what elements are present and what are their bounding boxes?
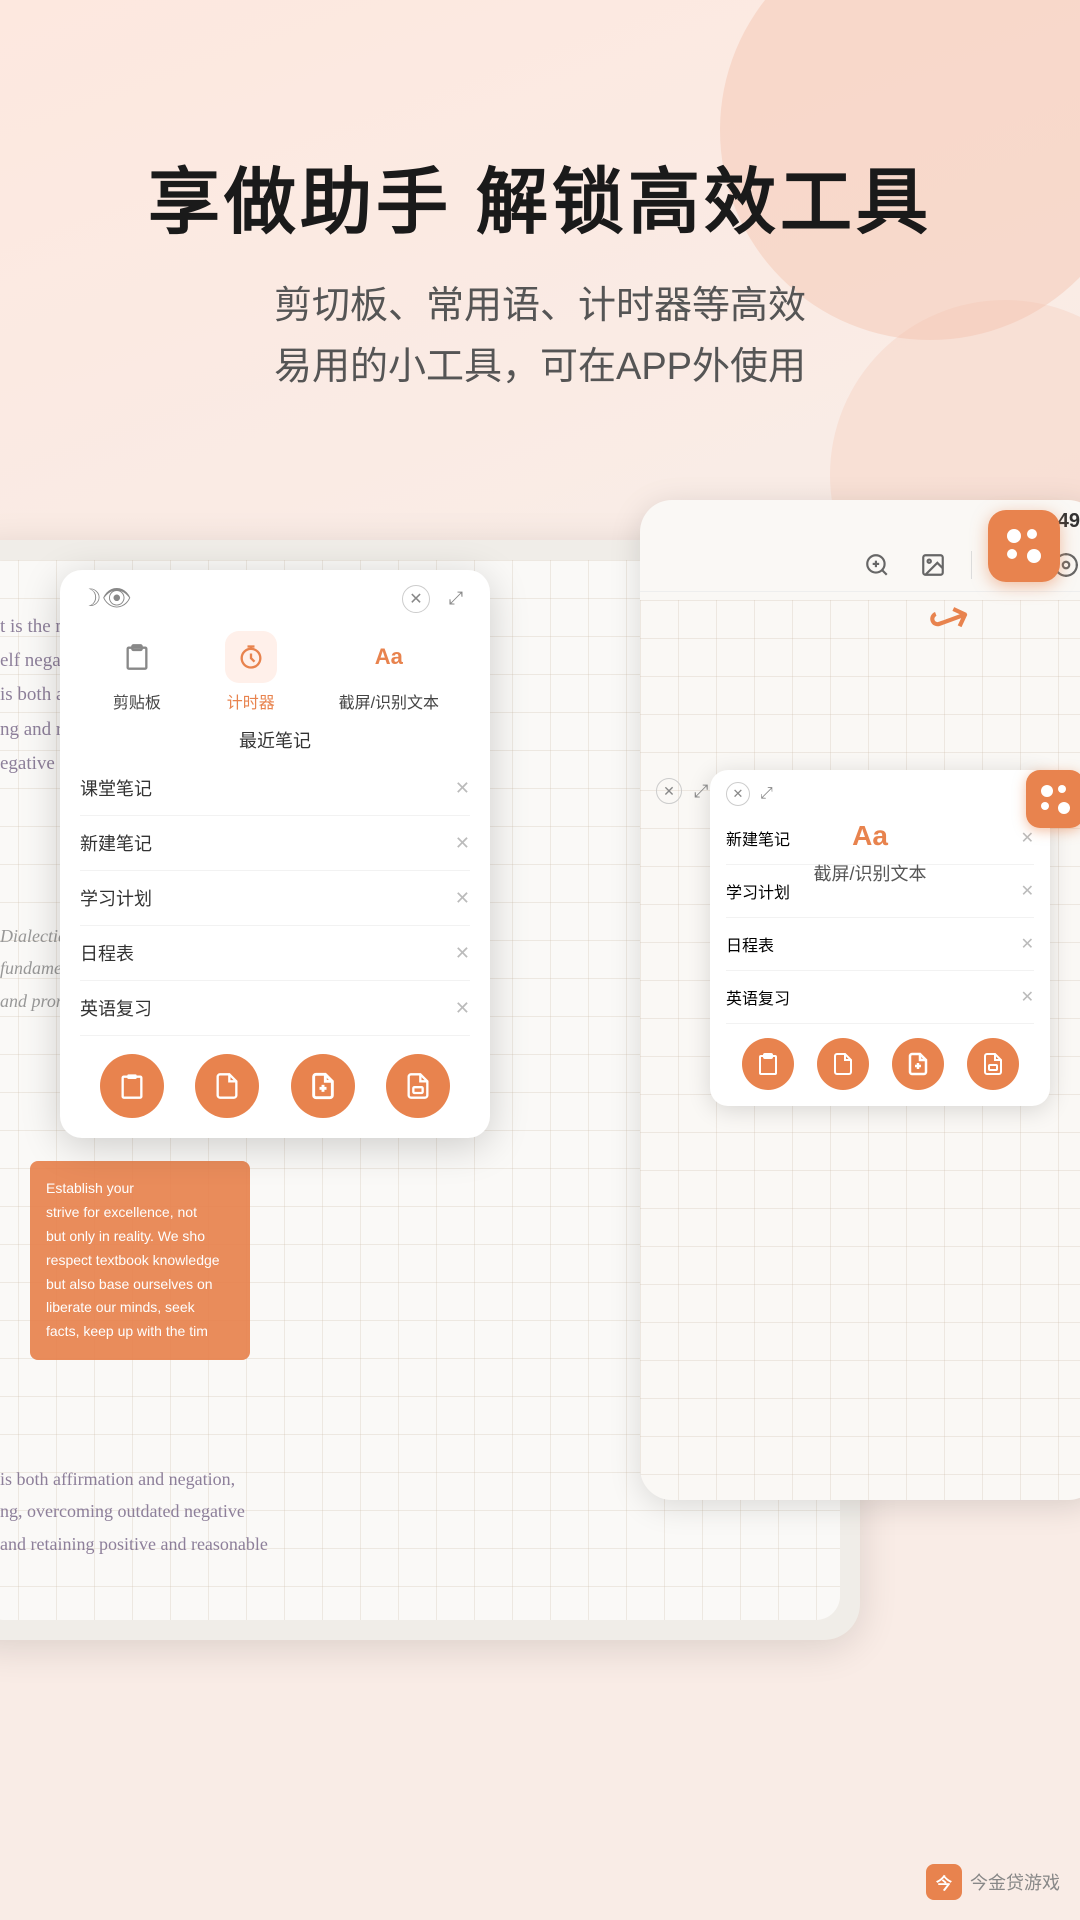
screenshot-icon: Aa (363, 631, 415, 683)
action-row (60, 1036, 490, 1138)
note-name-2: 新建笔记 (80, 830, 152, 856)
zoom-in-icon[interactable] (859, 547, 895, 583)
tab-timer[interactable]: 计时器 (225, 631, 277, 713)
action-btn-3[interactable] (291, 1054, 355, 1118)
sub-title-line1: 剪切板、常用语、计时器等高效 (0, 276, 1080, 337)
watermark-icon: 今 (926, 1864, 962, 1900)
sticky-note-text: Establish yourstrive for excellence, not… (46, 1177, 234, 1344)
handwritten-text-bottom: is both affirmation and negation, ng, ov… (0, 1463, 268, 1560)
toolbar-divider (971, 551, 972, 579)
tab-screenshot-label: 截屏/识别文本 (339, 689, 439, 713)
sm-note-name-4: 英语复习 (726, 985, 790, 1009)
popup-header: ☽ 👁 ✕ ⤢ (60, 570, 490, 621)
sub-title: 剪切板、常用语、计时器等高效 易用的小工具，可在APP外使用 (0, 276, 1080, 398)
tab-screenshot[interactable]: Aa 截屏/识别文本 (339, 631, 439, 713)
widget-popup-main: ☽ 👁 ✕ ⤢ 剪贴板 (60, 570, 490, 1138)
sm-close-btn[interactable]: ✕ (726, 782, 750, 806)
screenshot-label-phone: 截屏/识别文本 (813, 860, 926, 886)
main-title: 享做助手 解锁高效工具 (0, 160, 1080, 246)
sm-note-name-3: 日程表 (726, 932, 774, 956)
action-btn-1[interactable] (100, 1054, 164, 1118)
dot-2 (1027, 529, 1037, 539)
note-close-2[interactable]: ✕ (455, 833, 470, 854)
sm-note-close-4[interactable]: ✕ (1021, 987, 1034, 1007)
phone-close-btn[interactable]: ✕ (656, 778, 682, 804)
sm-note-item-4[interactable]: 英语复习 ✕ (726, 971, 1034, 1024)
aa-icon-phone: Aa (852, 820, 888, 852)
sm-controls: ✕ ⤢ (726, 782, 773, 806)
sm-expand-btn[interactable]: ⤢ (760, 785, 773, 803)
header-section: 享做助手 解锁高效工具 剪切板、常用语、计时器等高效 易用的小工具，可在APP外… (0, 0, 1080, 398)
note-list: 课堂笔记 ✕ 新建笔记 ✕ 学习计划 ✕ 日程表 ✕ 英语复习 ✕ (60, 761, 490, 1036)
note-close-5[interactable]: ✕ (455, 998, 470, 1019)
hw-bottom-1: is both affirmation and negation, (0, 1463, 268, 1495)
phone-panel-controls: ✕ ⤢ (656, 778, 708, 804)
sm-action-btn-4[interactable] (967, 1038, 1019, 1090)
watermark: 今 今金贷游戏 (926, 1864, 1060, 1900)
sm-action-btn-3[interactable] (892, 1038, 944, 1090)
image-icon[interactable] (915, 547, 951, 583)
sm-action-btn-1[interactable] (742, 1038, 794, 1090)
note-name-4: 日程表 (80, 940, 134, 966)
popup-expand-button[interactable]: ⤢ (442, 585, 470, 613)
clipboard-icon (111, 631, 163, 683)
note-name-5: 英语复习 (80, 995, 152, 1021)
watermark-icon-text: 今 (936, 1870, 952, 1894)
dot-4 (1027, 549, 1041, 563)
note-item-5[interactable]: 英语复习 ✕ (80, 981, 470, 1036)
note-name-1: 课堂笔记 (80, 775, 152, 801)
note-item-3[interactable]: 学习计划 ✕ (80, 871, 470, 926)
sub-title-line2: 易用的小工具，可在APP外使用 (0, 337, 1080, 398)
float-button-dots (1007, 529, 1041, 563)
float-action-button[interactable] (988, 510, 1060, 582)
popup-tabs: 剪贴板 计时器 Aa 截屏/识别文本 (60, 621, 490, 713)
sm-note-item-3[interactable]: 日程表 ✕ (726, 918, 1034, 971)
note-close-1[interactable]: ✕ (455, 778, 470, 799)
dot-3 (1007, 549, 1017, 559)
action-btn-2[interactable] (195, 1054, 259, 1118)
device-area: t is the negation of things elf negation… (0, 460, 1080, 1920)
eye-icon: 👁 (102, 584, 132, 613)
note-name-3: 学习计划 (80, 885, 152, 911)
timer-icon (225, 631, 277, 683)
screenshot-label-area: Aa 截屏/识别文本 (640, 820, 1080, 886)
hw-bottom-2: ng, overcoming outdated negative (0, 1495, 268, 1527)
phone-float-widget[interactable] (1026, 770, 1080, 828)
note-item-2[interactable]: 新建笔记 ✕ (80, 816, 470, 871)
popup-close-button[interactable]: ✕ (402, 585, 430, 613)
recent-label: 最近笔记 (60, 713, 490, 761)
sticky-note: Establish yourstrive for excellence, not… (30, 1161, 250, 1360)
sm-note-close-3[interactable]: ✕ (1021, 934, 1034, 954)
sm-action-btn-2[interactable] (817, 1038, 869, 1090)
tab-clipboard[interactable]: 剪贴板 (111, 631, 163, 713)
note-item-1[interactable]: 课堂笔记 ✕ (80, 761, 470, 816)
sm-action-row (710, 1024, 1050, 1106)
note-close-4[interactable]: ✕ (455, 943, 470, 964)
tab-clipboard-label: 剪贴板 (113, 689, 161, 713)
dot-1 (1007, 529, 1021, 543)
watermark-text: 今金贷游戏 (970, 1869, 1060, 1895)
note-close-3[interactable]: ✕ (455, 888, 470, 909)
note-item-4[interactable]: 日程表 ✕ (80, 926, 470, 981)
tab-timer-label: 计时器 (227, 689, 275, 713)
action-btn-4[interactable] (386, 1054, 450, 1118)
hw-bottom-3: and retaining positive and reasonable (0, 1528, 268, 1560)
moon-icon: ☽ (80, 584, 102, 613)
widget-grid-icon (1041, 785, 1070, 814)
phone-expand-btn[interactable]: ⤢ (694, 781, 708, 802)
sm-popup-header: ✕ ⤢ (710, 770, 1050, 812)
